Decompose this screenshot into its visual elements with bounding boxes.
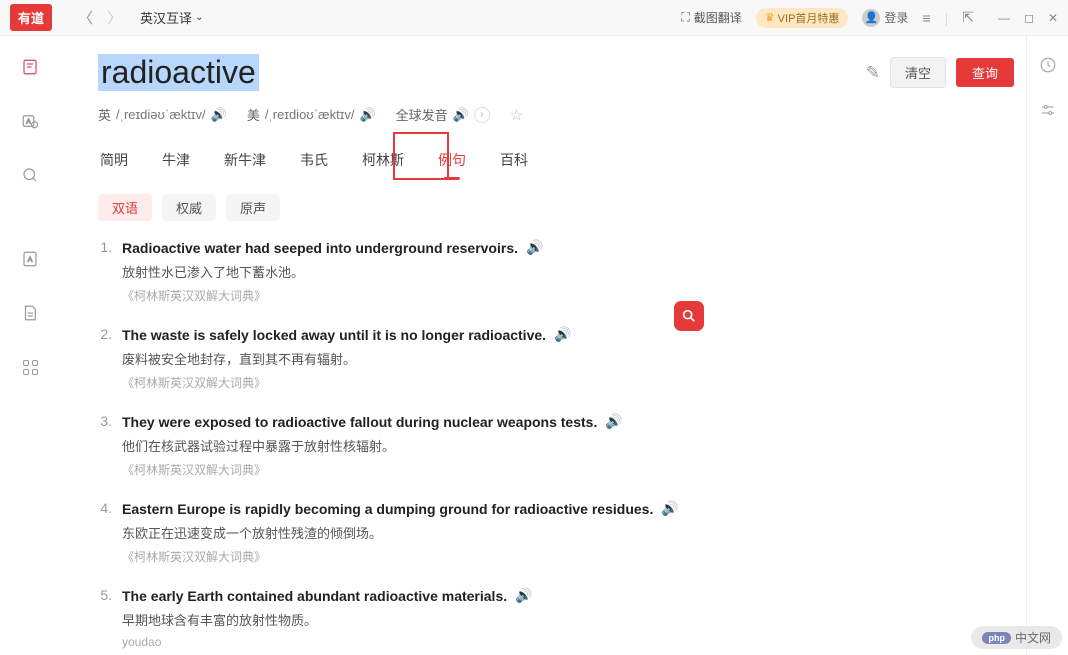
app-logo: 有道 [10, 4, 52, 31]
filter-original[interactable]: 原声 [226, 194, 280, 221]
query-button[interactable]: 查询 [956, 58, 1014, 87]
global-pron-label: 全球发音 [396, 105, 448, 124]
tab-collins[interactable]: 柯林斯 [360, 146, 406, 174]
example-en: Eastern Europe is rapidly becoming a dum… [122, 501, 653, 517]
example-zh: 放射性水已渗入了地下蓄水池。 [122, 262, 1014, 281]
example-zh: 早期地球含有丰富的放射性物质。 [122, 610, 1014, 629]
example-item: 3. They were exposed to radioactive fall… [98, 413, 1014, 478]
filter-authoritative[interactable]: 权威 [162, 194, 216, 221]
login-label: 登录 [884, 9, 908, 26]
vip-label: VIP首月特惠 [778, 10, 840, 26]
sidebar-search-doc-icon[interactable] [17, 162, 43, 188]
sidebar-translate-icon[interactable]: A [17, 108, 43, 134]
example-number: 3. [98, 413, 112, 478]
close-icon[interactable]: ✕ [1048, 11, 1058, 25]
left-sidebar: A A [0, 36, 60, 655]
speaker-icon[interactable]: 🔊 [554, 326, 571, 343]
example-en: Radioactive water had seeped into underg… [122, 240, 518, 256]
svg-text:A: A [28, 256, 33, 263]
watermark-text: 中文网 [1015, 629, 1051, 646]
example-item: 1. Radioactive water had seeped into und… [98, 239, 1014, 304]
example-source: 《柯林斯英汉双解大词典》 [122, 287, 1014, 304]
tab-webster[interactable]: 韦氏 [298, 146, 330, 174]
compact-icon[interactable]: ⇱ [962, 9, 974, 26]
speaker-icon[interactable]: 🔊 [661, 500, 678, 517]
tab-examples[interactable]: 例句 [436, 146, 468, 174]
example-en: The waste is safely locked away until it… [122, 327, 546, 343]
nav-forward-icon[interactable]: 〉 [107, 7, 122, 28]
tabs-row: 简明 牛津 新牛津 韦氏 柯林斯 例句 百科 [98, 146, 1014, 174]
example-number: 2. [98, 326, 112, 391]
filter-bilingual[interactable]: 双语 [98, 194, 152, 221]
example-zh: 废料被安全地封存，直到其不再有辐射。 [122, 349, 1014, 368]
crown-icon: ♛ [765, 11, 775, 24]
floating-search-button[interactable] [674, 301, 704, 331]
more-pron-icon[interactable]: › [474, 107, 490, 123]
crop-icon: ⛶ [681, 10, 689, 25]
vip-badge[interactable]: ♛ VIP首月特惠 [756, 8, 849, 28]
divider: | [945, 10, 949, 26]
example-number: 4. [98, 500, 112, 565]
sidebar-document-icon[interactable] [17, 300, 43, 326]
uk-label: 英 [98, 105, 111, 124]
dict-selector-label: 英汉互译 [140, 8, 192, 27]
user-icon: 👤 [862, 9, 880, 27]
minimize-icon[interactable]: — [998, 11, 1010, 25]
examples-list: 1. Radioactive water had seeped into und… [98, 239, 1014, 649]
example-item: 2. The waste is safely locked away until… [98, 326, 1014, 391]
tab-baike[interactable]: 百科 [498, 146, 530, 174]
example-source: 《柯林斯英汉双解大词典》 [122, 548, 1014, 565]
example-number: 5. [98, 587, 112, 649]
svg-text:A: A [26, 118, 31, 125]
pronunciation-row: 英 /ˌreɪdiəʊˈæktɪv/ 🔊 美 /ˌreɪdioʊˈæktɪv/ … [98, 105, 1014, 124]
nav-back-icon[interactable]: 〈 [78, 7, 93, 28]
example-en: The early Earth contained abundant radio… [122, 588, 507, 604]
example-zh: 他们在核武器试验过程中暴露于放射性核辐射。 [122, 436, 1014, 455]
example-item: 4. Eastern Europe is rapidly becoming a … [98, 500, 1014, 565]
watermark-badge: php 中文网 [971, 626, 1062, 649]
clear-button[interactable]: 清空 [890, 57, 946, 88]
search-word[interactable]: radioactive [98, 54, 259, 91]
settings-slider-icon[interactable] [1039, 101, 1057, 124]
sidebar-notebook-icon[interactable]: A [17, 246, 43, 272]
speaker-icon[interactable]: 🔊 [605, 413, 622, 430]
history-icon[interactable] [1039, 56, 1057, 79]
sidebar-dict-icon[interactable] [17, 54, 43, 80]
uk-ipa: /ˌreɪdiəʊˈæktɪv/ [116, 107, 206, 122]
speaker-icon[interactable]: 🔊 [359, 107, 375, 123]
dict-selector[interactable]: 英汉互译 ⌄ [140, 8, 203, 27]
maximize-icon[interactable]: ◻ [1024, 11, 1034, 25]
us-ipa: /ˌreɪdioʊˈæktɪv/ [265, 107, 355, 122]
speaker-icon[interactable]: 🔊 [453, 107, 469, 123]
speaker-icon[interactable]: 🔊 [526, 239, 543, 256]
menu-icon[interactable]: ≡ [922, 10, 930, 26]
tab-new-oxford[interactable]: 新牛津 [222, 146, 268, 174]
speaker-icon[interactable]: 🔊 [211, 107, 227, 123]
example-zh: 东欧正在迅速变成一个放射性残渣的倾倒场。 [122, 523, 1014, 542]
sidebar-apps-icon[interactable] [17, 354, 43, 380]
titlebar: 有道 〈 〉 英汉互译 ⌄ ⛶ 截图翻译 ♛ VIP首月特惠 👤 登录 ≡ | … [0, 0, 1068, 36]
example-source: 《柯林斯英汉双解大词典》 [122, 461, 1014, 478]
tab-oxford[interactable]: 牛津 [160, 146, 192, 174]
example-en: They were exposed to radioactive fallout… [122, 414, 597, 430]
main-content: radioactive ✎ 清空 查询 英 /ˌreɪdiəʊˈæktɪv/ 🔊… [60, 36, 1026, 655]
screenshot-label: 截图翻译 [694, 9, 742, 26]
filter-row: 双语 权威 原声 [98, 194, 1014, 221]
star-icon[interactable]: ☆ [510, 106, 523, 124]
chevron-down-icon: ⌄ [195, 12, 203, 23]
right-sidebar [1026, 36, 1068, 655]
speaker-icon[interactable]: 🔊 [515, 587, 532, 604]
php-logo-icon: php [982, 632, 1011, 644]
login-button[interactable]: 👤 登录 [862, 9, 908, 27]
example-source: 《柯林斯英汉双解大词典》 [122, 374, 1014, 391]
example-number: 1. [98, 239, 112, 304]
us-label: 美 [247, 105, 260, 124]
screenshot-translate-button[interactable]: ⛶ 截图翻译 [681, 9, 741, 26]
handwrite-icon[interactable]: ✎ [866, 63, 880, 83]
tab-brief[interactable]: 简明 [98, 146, 130, 174]
example-item: 5. The early Earth contained abundant ra… [98, 587, 1014, 649]
example-source: youdao [122, 635, 1014, 649]
